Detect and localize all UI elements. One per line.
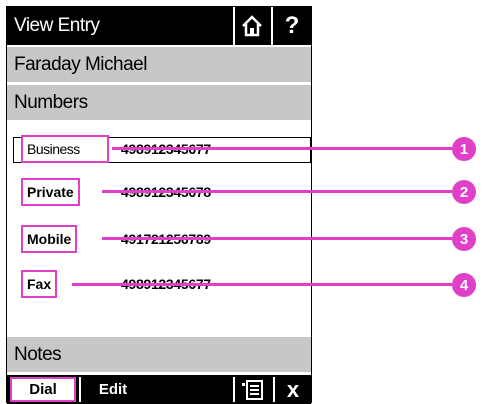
edit-button[interactable]: Edit	[79, 377, 145, 402]
callout-leader-3	[102, 237, 452, 240]
callout-badge-3: 3	[452, 227, 476, 251]
numbers-heading: Numbers	[7, 85, 311, 120]
phone-screen: View Entry ? Faraday Michael Numbers Bus…	[6, 6, 312, 404]
number-row-private[interactable]: Private 498912345678	[7, 178, 311, 208]
number-type-label: Business	[21, 135, 109, 163]
number-type-label: Fax	[21, 270, 58, 298]
menu-icon	[242, 379, 263, 400]
close-button[interactable]: x	[273, 377, 311, 402]
callout-leader-2	[102, 190, 452, 193]
screen-title: View Entry	[14, 15, 100, 36]
number-row-mobile[interactable]: Mobile 491721256789	[7, 225, 311, 255]
help-button[interactable]: ?	[271, 7, 311, 45]
contact-name: Faraday Michael	[7, 47, 311, 82]
notes-heading: Notes	[7, 337, 311, 372]
number-type-label: Mobile	[21, 225, 78, 253]
callout-badge-4: 4	[452, 273, 476, 297]
home-button[interactable]	[233, 7, 269, 45]
callout-badge-1: 1	[452, 137, 476, 161]
callout-badge-2: 2	[452, 180, 476, 204]
callout-leader-4	[72, 283, 452, 286]
dial-button[interactable]: Dial	[10, 377, 76, 402]
number-row-business[interactable]: Business 498912345677	[7, 135, 311, 165]
number-type-label: Private	[21, 178, 80, 206]
softkey-bar: Dial Edit x	[7, 375, 311, 404]
callout-leader-1	[112, 147, 452, 150]
title-bar: View Entry ?	[7, 7, 311, 45]
menu-button[interactable]	[233, 377, 271, 402]
home-icon	[242, 15, 262, 37]
